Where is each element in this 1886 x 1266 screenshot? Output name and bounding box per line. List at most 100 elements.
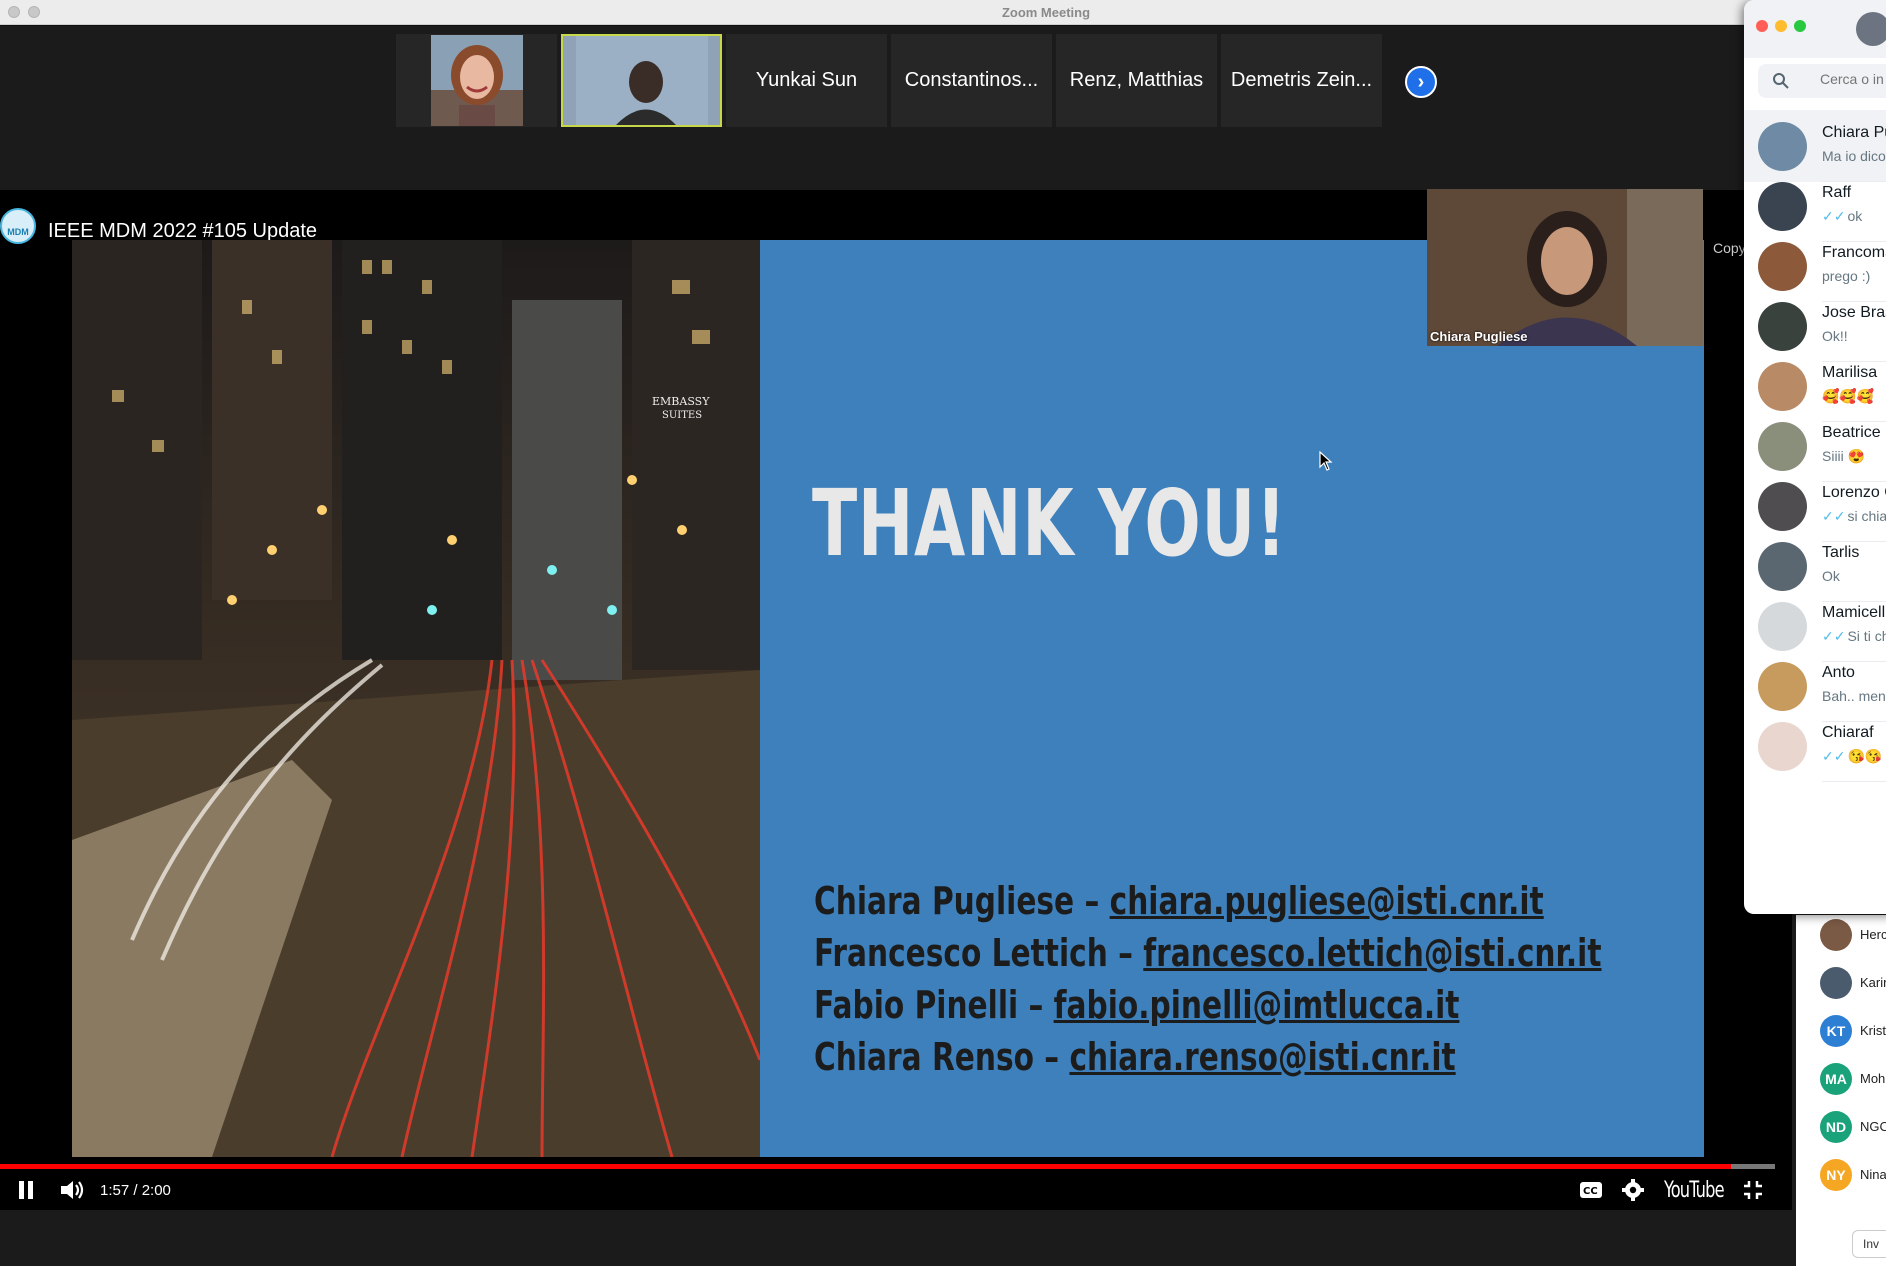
closed-captions-icon[interactable]: CC [1574,1170,1608,1210]
chat-contact-name: Chiara Pu [1822,124,1886,141]
double-check-icon: ✓✓ [1822,208,1846,224]
avatar [1758,122,1807,171]
youtube-logo[interactable]: YouTube [1664,1178,1725,1203]
minimize-window-icon[interactable] [1775,20,1787,32]
participant-tile-4[interactable]: Constantinos... [891,34,1052,127]
divider [1822,781,1886,782]
my-avatar[interactable] [1856,12,1886,46]
double-check-icon: ✓✓ [1822,628,1846,644]
avatar [1758,662,1807,711]
chat-last-message: Ok!! [1822,328,1848,344]
chat-message-text: Ok [1822,568,1840,584]
chat-list-item[interactable]: Chiaraf ✓✓ 😘😘 [1744,710,1886,782]
chat-contact-name: Jose Bras [1822,304,1886,321]
video-progress-bar[interactable] [0,1164,1775,1169]
avatar [1758,602,1807,651]
maximize-window-icon[interactable] [1794,20,1806,32]
participant-name: Demetris Zein... [1230,69,1373,91]
embassy-suites-sign: EMBASSY [652,395,710,408]
chat-header [1744,0,1886,58]
chat-last-message: ✓✓ Si ti ch [1822,628,1886,645]
avatar: ND [1820,1111,1852,1143]
avatar: KT [1820,1015,1852,1047]
chat-message-text: 🥰🥰🥰 [1822,388,1875,404]
chevron-right-icon[interactable]: › [1405,66,1437,98]
chat-last-message: Bah.. men [1822,688,1886,704]
participant-list-item[interactable]: NY Nina [1796,1155,1886,1195]
participant-tile-3[interactable]: Yunkai Sun [726,34,887,127]
svg-text:SUITES: SUITES [662,410,702,421]
active-speaker-video[interactable]: Chiara Pugliese [1427,189,1703,346]
participant-list-item[interactable]: Herc [1796,915,1886,955]
invite-button[interactable]: Inv [1852,1230,1886,1258]
avatar [1758,362,1807,411]
contact-email: chiara.pugliese@isti.cnr.it [1109,879,1544,923]
chat-last-message: Ok [1822,568,1840,584]
participant-list-name: Krist [1860,1023,1886,1038]
contact-line: Chiara Pugliese – chiara.pugliese@isti.c… [814,879,1544,923]
participant-list-name: Herc [1860,927,1886,942]
participant-tile-5[interactable]: Renz, Matthias [1056,34,1217,127]
avatar: NY [1820,1159,1852,1191]
video-controls: 1:57 / 2:00 CC YouTube [0,1170,1792,1210]
contact-email: francesco.lettich@isti.cnr.it [1143,931,1602,975]
chat-message-text: prego :) [1822,268,1871,284]
participant-list-name: Moh [1860,1071,1886,1086]
chat-last-message: ✓✓ 😘😘 [1822,748,1882,765]
contact-name: Fabio Pinelli [814,983,1019,1027]
participant-list-item[interactable]: KT Krist [1796,1011,1886,1051]
participant-name: Yunkai Sun [755,69,858,91]
participant-list-item[interactable]: Karin [1796,963,1886,1003]
close-window-icon[interactable] [1756,20,1768,32]
chat-last-message: ✓✓ ok [1822,208,1862,225]
chat-last-message: Ma io dico [1822,148,1886,164]
avatar [1758,302,1807,351]
channel-logo[interactable]: MDM [0,208,36,244]
participant-tile-6[interactable]: Demetris Zein... [1221,34,1382,127]
avatar [1758,722,1807,771]
speaker-name-label: Chiara Pugliese [1430,329,1528,344]
chat-contact-name: Francoma [1822,244,1886,261]
avatar [1758,182,1807,231]
contact-name: Chiara Pugliese [814,879,1075,923]
avatar [1758,242,1807,291]
chat-search-input[interactable] [1820,71,1886,87]
chat-contact-name: Beatrice [1822,424,1881,441]
contact-line: Fabio Pinelli – fabio.pinelli@imtlucca.i… [814,983,1460,1027]
chat-contact-name: Mamicell [1822,604,1886,621]
participant-tile-2[interactable] [561,34,722,127]
video-progress-fill [0,1164,1731,1169]
participant-tile-1[interactable] [396,34,557,127]
contact-name: Francesco Lettich [814,931,1108,975]
exit-fullscreen-icon[interactable] [1736,1170,1770,1210]
chat-message-text: Siiii 😍 [1822,448,1866,464]
chat-search-box[interactable] [1758,64,1886,98]
chat-contact-name: Anto [1822,664,1855,681]
contact-email: chiara.renso@isti.cnr.it [1069,1035,1456,1079]
zoom-titlebar: Zoom Meeting [0,0,1886,25]
participant-list-item[interactable]: ND NGC [1796,1107,1886,1147]
chat-message-text: si chiar [1847,508,1886,524]
pause-icon[interactable] [10,1170,42,1210]
volume-icon[interactable] [56,1170,88,1210]
chat-last-message: ✓✓si chiar [1822,508,1886,525]
slide-city-photo: EMBASSY SUITES [72,240,760,1157]
slide-panel: THANK YOU! Chiara Pugliese – chiara.pugl… [760,240,1704,1157]
participant-list-name: Karin [1860,975,1886,990]
participant-list-item[interactable]: MA Moh [1796,1059,1886,1099]
chat-last-message: Siiii 😍 [1822,448,1865,465]
settings-gear-icon[interactable] [1616,1170,1650,1210]
copy-label[interactable]: Copy [1713,240,1746,256]
mouse-cursor-icon [1319,451,1333,471]
participant-name: Constantinos... [904,69,1039,91]
chat-contact-name: Tarlis [1822,544,1860,561]
contact-email: fabio.pinelli@imtlucca.it [1053,983,1460,1027]
chat-message-text: ok [1847,208,1863,224]
participant-photo [575,36,708,125]
chat-last-message: 🥰🥰🥰 [1822,388,1874,405]
contact-line: Chiara Renso – chiara.renso@isti.cnr.it [814,1035,1456,1079]
svg-text:CC: CC [1583,1186,1598,1197]
avatar [1758,542,1807,591]
slide-contacts: Chiara Pugliese – chiara.pugliese@isti.c… [814,875,1824,1083]
desktop: Zoom Meeting Yunkai Sun Constantinos... … [0,0,1886,1266]
